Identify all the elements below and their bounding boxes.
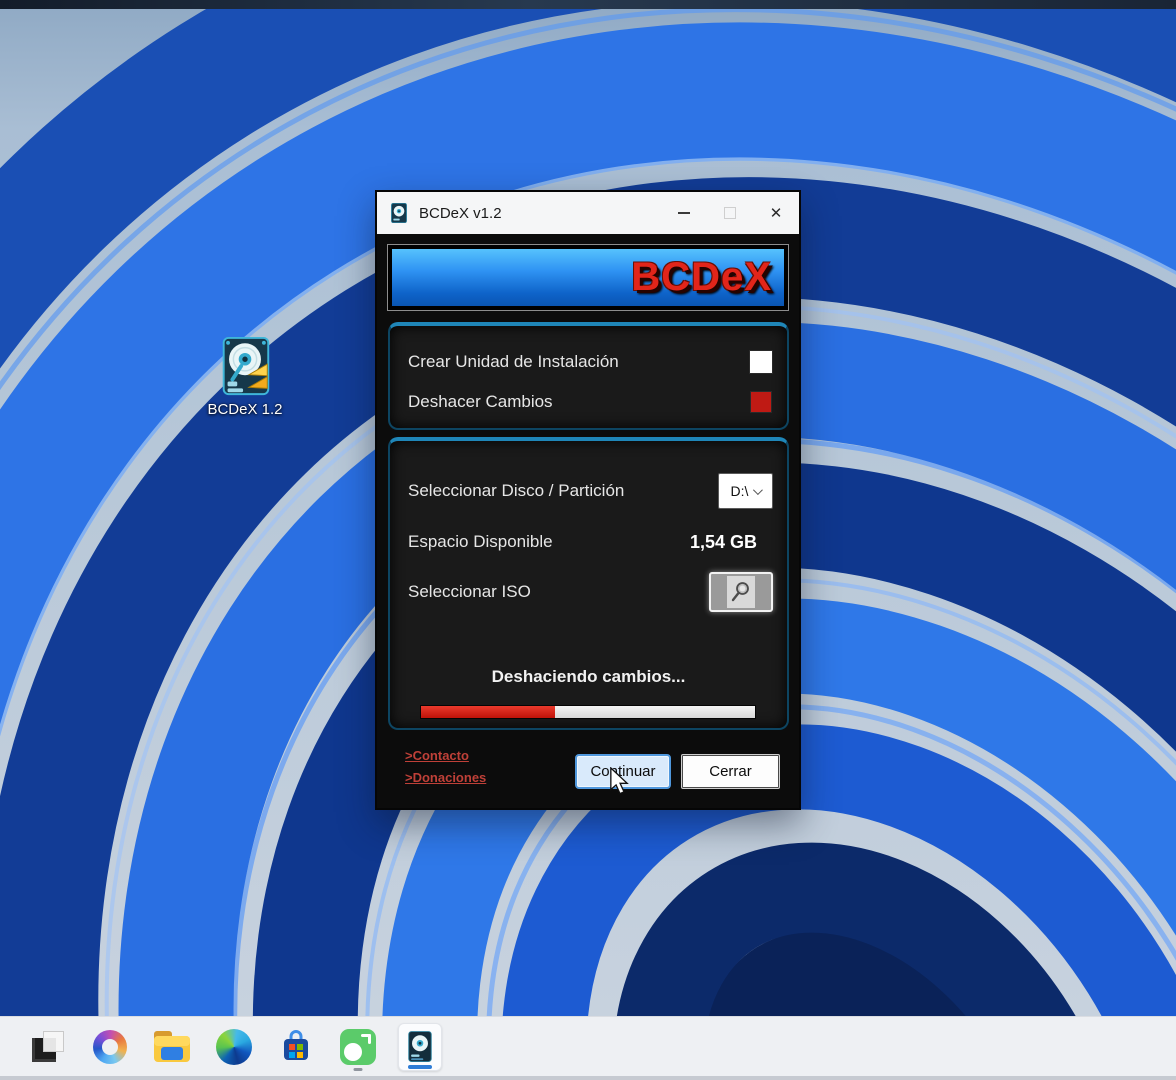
- taskbar-item-microsoft-store[interactable]: [274, 1023, 318, 1071]
- options-panel: Crear Unidad de Instalación Deshacer Cam…: [388, 322, 789, 430]
- bcdex-window: BCDeX v1.2 ✕ BCDeX Crear Unidad de Insta…: [375, 190, 801, 810]
- window-app-icon: [389, 203, 409, 223]
- option-label-crear: Crear Unidad de Instalación: [408, 352, 619, 372]
- app-banner: BCDeX: [387, 244, 789, 311]
- desktop-shortcut-label: BCDeX 1.2: [207, 401, 282, 418]
- hdd-icon: [214, 336, 276, 398]
- taskbar-item-copilot[interactable]: [88, 1023, 132, 1071]
- taskbar-item-file-explorer[interactable]: [150, 1023, 194, 1071]
- space-value: 1,54 GB: [690, 532, 757, 553]
- taskbar-item-desktop-peek[interactable]: [26, 1023, 70, 1071]
- iso-label: Seleccionar ISO: [408, 582, 531, 602]
- edge-icon: [216, 1029, 252, 1065]
- screen-recorder-icon: [340, 1029, 376, 1065]
- close-icon: ✕: [770, 206, 783, 221]
- minimize-icon: [678, 212, 690, 214]
- taskbar: [0, 1016, 1176, 1080]
- folder-icon: [152, 1030, 192, 1064]
- running-indicator: [354, 1068, 363, 1071]
- microsoft-store-icon: [278, 1029, 314, 1065]
- browse-iso-button[interactable]: [709, 572, 773, 612]
- space-label: Espacio Disponible: [408, 532, 553, 552]
- desktop-shortcut-bcdex[interactable]: BCDeX 1.2: [198, 336, 292, 418]
- main-panel: Seleccionar Disco / Partición D:\ Espaci…: [388, 437, 789, 730]
- maximize-icon: [724, 207, 736, 219]
- taskbar-item-screen-recorder[interactable]: [336, 1023, 380, 1071]
- taskbar-item-bcdex[interactable]: [398, 1023, 442, 1071]
- disk-label: Seleccionar Disco / Partición: [408, 481, 624, 501]
- contact-link[interactable]: >Contacto: [405, 748, 486, 763]
- chevron-down-icon: [753, 485, 763, 495]
- checkbox-deshacer-cambios[interactable]: [750, 391, 772, 413]
- wallpaper-top-band: [0, 0, 1176, 9]
- magnifier-icon: [729, 580, 753, 604]
- app-logo: BCDeX: [631, 255, 772, 300]
- minimize-button[interactable]: [661, 192, 707, 234]
- progress-fill: [421, 706, 555, 718]
- option-label-deshacer: Deshacer Cambios: [408, 392, 553, 412]
- maximize-button[interactable]: [707, 192, 753, 234]
- window-titlebar[interactable]: BCDeX v1.2 ✕: [377, 192, 799, 234]
- continue-button[interactable]: Continuar: [575, 754, 671, 789]
- status-text: Deshaciendo cambios...: [390, 667, 787, 687]
- bcdex-taskbar-icon: [405, 1031, 435, 1063]
- taskbar-item-edge[interactable]: [212, 1023, 256, 1071]
- disk-dropdown-value: D:\: [731, 483, 749, 499]
- close-button[interactable]: ✕: [753, 192, 799, 234]
- disk-dropdown[interactable]: D:\: [718, 473, 773, 509]
- copilot-icon: [93, 1030, 127, 1064]
- window-title: BCDeX v1.2: [419, 205, 502, 222]
- footer-links: >Contacto >Donaciones: [405, 748, 486, 785]
- donations-link[interactable]: >Donaciones: [405, 770, 486, 785]
- close-window-button[interactable]: Cerrar: [682, 755, 779, 788]
- overlapping-windows-icon: [30, 1029, 66, 1065]
- active-indicator: [408, 1065, 432, 1069]
- checkbox-crear-unidad[interactable]: [749, 350, 773, 374]
- progress-bar: [420, 705, 756, 719]
